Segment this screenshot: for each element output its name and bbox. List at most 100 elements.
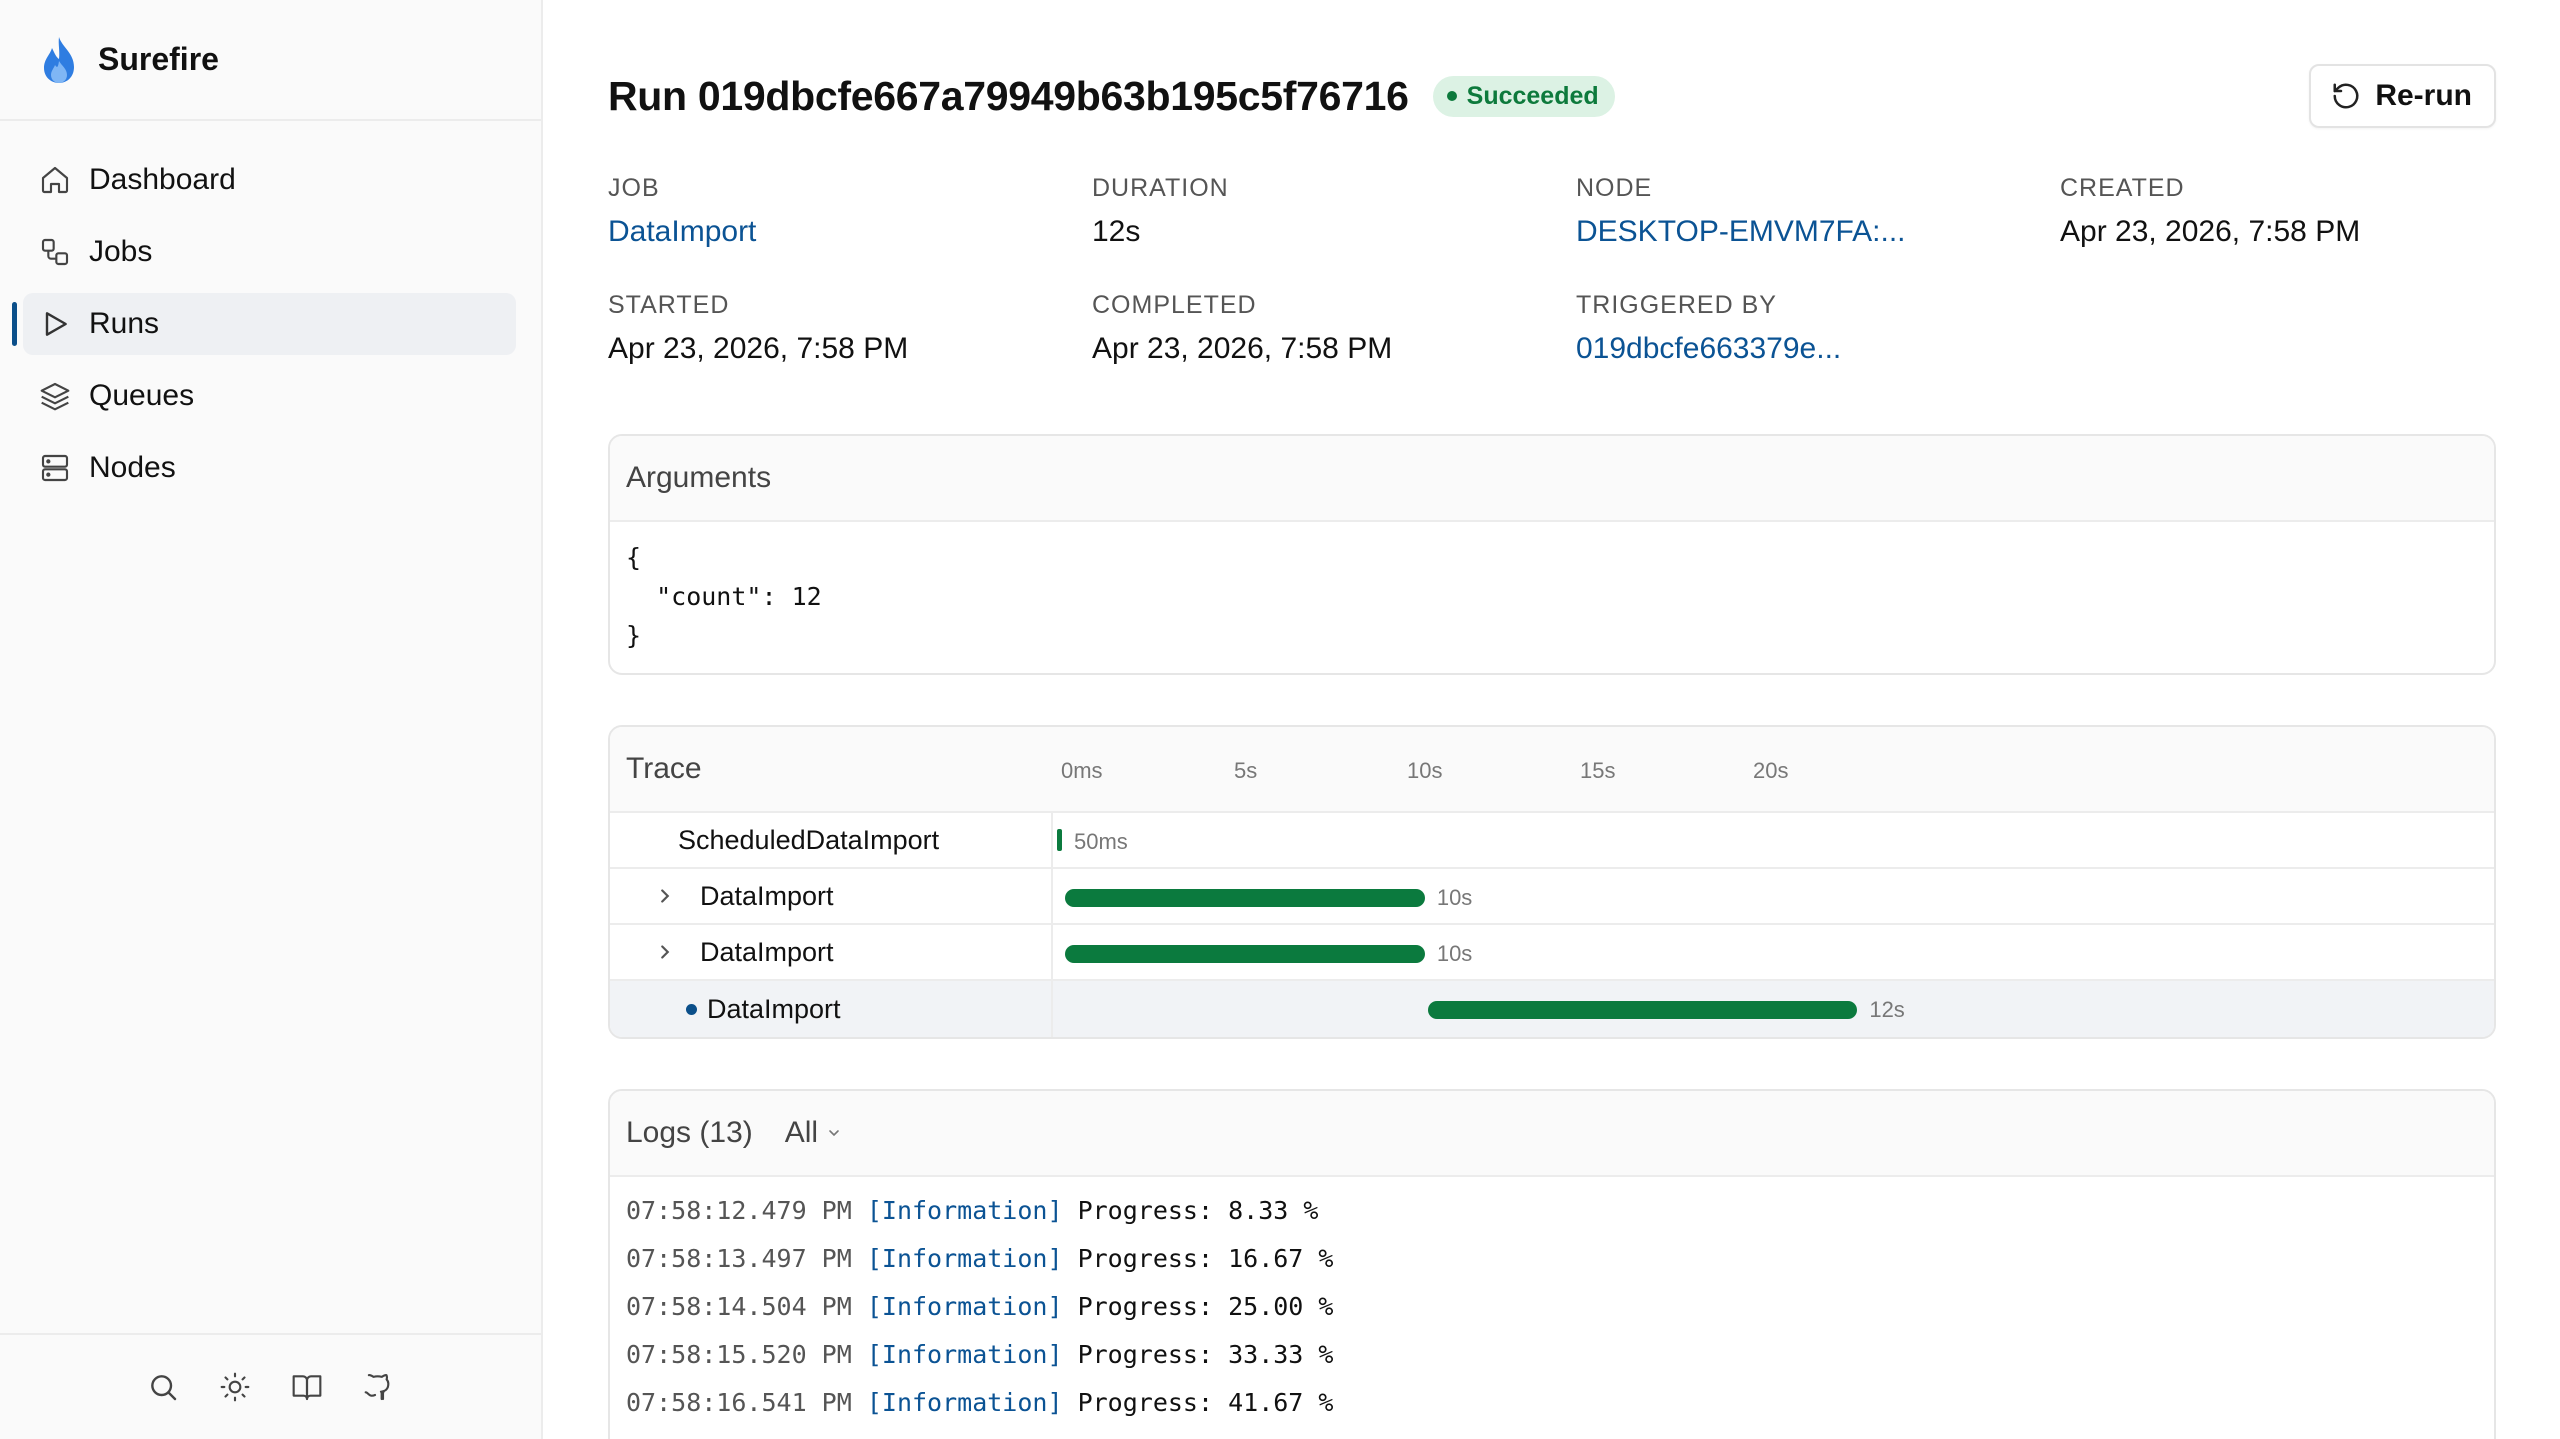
logs-card: Logs (13) All 07:58:12.479 PM [Informati… [608, 1089, 2496, 1439]
nav-item-jobs[interactable]: Jobs [23, 221, 516, 283]
chevron-right-icon[interactable] [654, 885, 676, 907]
trace-duration-label: 10s [1436, 885, 1473, 910]
rerun-label: Re-run [2375, 79, 2472, 112]
meta-label: STARTED [608, 291, 730, 319]
meta-value: Apr 23, 2026, 7:58 PM [1092, 332, 1393, 365]
log-level: [Information] [866, 1388, 1063, 1417]
triggered-by-link[interactable]: 019dbcfe663379e... [1576, 332, 2060, 366]
logs-title: Logs (13) [626, 1116, 753, 1149]
layers-icon [40, 382, 70, 411]
log-line: 07:58:12.479 PM [Information] Progress: … [626, 1187, 2478, 1235]
trace-title: Trace [626, 752, 702, 785]
page-title: Run 019dbcfe667a79949b63b195c5f76716 [608, 72, 1409, 119]
log-time: 07:58:16.541 PM [626, 1388, 852, 1417]
arguments-header: Arguments [610, 436, 2494, 522]
title-row: Run 019dbcfe667a79949b63b195c5f76716 Suc… [608, 64, 2496, 128]
log-message: Progress: 8.33 % [1077, 1196, 1319, 1225]
status-text: Succeeded [1466, 81, 1599, 110]
trace-duration-bar[interactable] [1065, 945, 1425, 963]
trace-row[interactable]: DataImport 10s [610, 869, 2494, 925]
meta-label: DURATION [1092, 174, 1229, 202]
logs-header: Logs (13) All [610, 1091, 2494, 1177]
flame-logo-icon [44, 36, 74, 83]
meta-duration: DURATION 12s [1092, 174, 1576, 249]
job-link[interactable]: DataImport [608, 215, 1092, 249]
trace-tick: 0ms [1061, 758, 1103, 783]
log-level-filter[interactable]: All [785, 1116, 842, 1150]
meta-job: JOB DataImport [608, 174, 1092, 249]
trace-bar-area: 50ms [1053, 813, 2494, 867]
app-root: Surefire Dashboard Jobs Runs Queues Node… [0, 0, 2560, 1439]
meta-started: STARTED Apr 23, 2026, 7:58 PM [608, 291, 1092, 366]
meta-label: NODE [1576, 174, 1653, 202]
trace-span-name: DataImport [610, 925, 1053, 979]
log-line: 07:58:15.520 PM [Information] Progress: … [626, 1331, 2478, 1379]
nav-item-queues[interactable]: Queues [23, 365, 516, 427]
log-level: [Information] [866, 1196, 1063, 1225]
trace-row[interactable]: ScheduledDataImport 50ms [610, 813, 2494, 869]
trace-span-label: DataImport [707, 993, 841, 1024]
meta-created: CREATED Apr 23, 2026, 7:58 PM [2060, 174, 2480, 249]
jobs-icon [41, 238, 69, 266]
log-line: 07:58:14.504 PM [Information] Progress: … [626, 1283, 2478, 1331]
home-icon [41, 166, 69, 194]
meta-node: NODE DESKTOP-EMVM7FA:... [1576, 174, 2060, 249]
nav-label: Dashboard [89, 163, 236, 196]
log-level: [Information] [866, 1244, 1063, 1273]
meta-triggered-by: TRIGGERED BY 019dbcfe663379e... [1576, 291, 2060, 366]
trace-row[interactable]: DataImport 10s [610, 925, 2494, 981]
book-icon[interactable] [291, 1371, 323, 1403]
nav-item-runs[interactable]: Runs [12, 293, 516, 355]
nav-item-nodes[interactable]: Nodes [23, 437, 516, 499]
meta-label: TRIGGERED BY [1576, 291, 1777, 319]
trace-tick: 20s [1753, 758, 1789, 783]
node-link[interactable]: DESKTOP-EMVM7FA:... [1576, 215, 2060, 249]
trace-duration-bar[interactable] [1428, 1001, 1858, 1019]
log-lines: 07:58:12.479 PM [Information] Progress: … [610, 1177, 2494, 1439]
chevron-down-icon [829, 1130, 839, 1137]
github-icon[interactable] [363, 1371, 395, 1403]
trace-span-label: DataImport [700, 936, 834, 967]
meta-completed: COMPLETED Apr 23, 2026, 7:58 PM [1092, 291, 1576, 366]
trace-span-label: ScheduledDataImport [678, 824, 940, 855]
nav-item-dashboard[interactable]: Dashboard [23, 149, 516, 211]
trace-span-label: DataImport [700, 880, 834, 911]
rerun-button[interactable]: Re-run [2309, 64, 2496, 128]
log-time: 07:58:15.520 PM [626, 1340, 852, 1369]
trace-tick: 15s [1580, 758, 1616, 783]
meta-label: COMPLETED [1092, 291, 1257, 319]
trace-tick: 10s [1407, 758, 1443, 783]
meta-value: 12s [1092, 215, 1141, 248]
arguments-json: { "count": 12 } [626, 543, 822, 650]
trace-span-name: DataImport [610, 981, 1053, 1037]
brand[interactable]: Surefire [0, 0, 541, 121]
meta-label: CREATED [2060, 174, 2185, 202]
log-time: 07:58:14.504 PM [626, 1292, 852, 1321]
nav-label: Jobs [89, 235, 153, 268]
rotate-ccw-icon [2333, 83, 2359, 109]
trace-duration-bar[interactable] [1065, 889, 1425, 907]
trace-duration-bar[interactable] [1057, 829, 1062, 851]
log-message: Progress: 16.67 % [1077, 1244, 1334, 1273]
log-level: [Information] [866, 1340, 1063, 1369]
trace-row[interactable]: DataImport 12s [610, 981, 2494, 1037]
nav-label: Nodes [89, 451, 176, 484]
status-dot [1446, 91, 1457, 101]
log-level: [Information] [866, 1292, 1063, 1321]
meta-value: Apr 23, 2026, 7:58 PM [2060, 215, 2361, 248]
server-icon [41, 454, 69, 482]
trace-bar-area: 12s [1053, 981, 2494, 1037]
log-line: 07:58:13.497 PM [Information] Progress: … [626, 1235, 2478, 1283]
run-detail: Run 019dbcfe667a79949b63b195c5f76716 Suc… [543, 0, 2560, 1439]
trace-bar-area: 10s [1053, 869, 2494, 923]
search-icon[interactable] [147, 1371, 179, 1403]
chevron-right-icon[interactable] [654, 941, 676, 963]
arguments-card: Arguments { "count": 12 } [608, 434, 2496, 675]
nav-label: Runs [89, 307, 160, 340]
log-time: 07:58:12.479 PM [626, 1196, 852, 1225]
sun-icon[interactable] [219, 1371, 251, 1403]
log-message: Progress: 33.33 % [1077, 1340, 1334, 1369]
trace-rows: ScheduledDataImport 50ms DataImport 10s Data… [610, 813, 2494, 1037]
log-line: 07:58:17.558 PM [Information] Progress: … [626, 1427, 2478, 1439]
log-message: Progress: 25.00 % [1077, 1292, 1334, 1321]
